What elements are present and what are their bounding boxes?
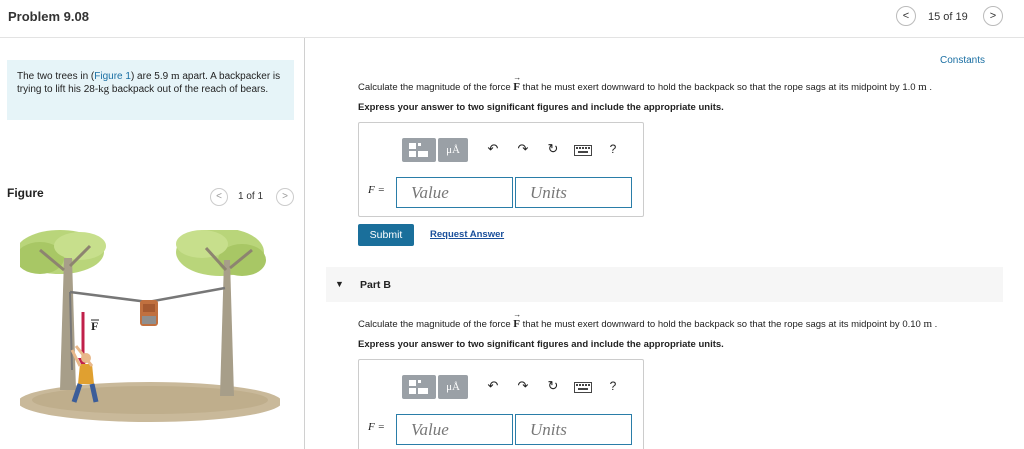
collapse-caret-icon[interactable]: ▼ xyxy=(335,279,344,289)
backpack-figure: F xyxy=(20,230,280,422)
part-a-value-input[interactable]: Value xyxy=(396,177,513,208)
part-a-question: Calculate the magnitude of the force F t… xyxy=(358,81,932,93)
f-equals-label: F = xyxy=(368,184,385,196)
figure-link[interactable]: Figure 1 xyxy=(94,71,131,82)
units-symbol-button[interactable]: μÅ xyxy=(438,138,468,162)
part-b-value-input[interactable]: Value xyxy=(396,414,513,445)
previous-problem-button[interactable]: < xyxy=(896,6,916,26)
part-a-instruction: Express your answer to two significant f… xyxy=(358,102,724,113)
redo-icon[interactable]: ↷ xyxy=(514,378,532,394)
templates-button[interactable] xyxy=(402,375,436,399)
problem-title: Problem 9.08 xyxy=(8,9,89,24)
keyboard-icon[interactable] xyxy=(574,382,592,393)
f-equals-label: F = xyxy=(368,421,385,433)
rope-line xyxy=(69,286,226,304)
submit-button[interactable]: Submit xyxy=(358,224,414,246)
help-icon[interactable]: ? xyxy=(604,379,622,393)
problem-counter: 15 of 19 xyxy=(928,11,968,23)
request-answer-link[interactable]: Request Answer xyxy=(430,229,504,240)
right-tree xyxy=(176,230,266,396)
part-b-instruction: Express your answer to two significant f… xyxy=(358,339,724,350)
left-tree xyxy=(20,230,106,390)
figure-prev-button[interactable]: < xyxy=(210,188,228,206)
part-b-question: Calculate the magnitude of the force F t… xyxy=(358,318,937,330)
distance-unit: m xyxy=(170,70,180,82)
undo-icon[interactable]: ↶ xyxy=(484,141,502,157)
help-icon[interactable]: ? xyxy=(604,142,622,156)
part-b-units-input[interactable]: Units xyxy=(515,414,632,445)
left-panel: The two trees in (Figure 1) are 5.9 m ap… xyxy=(0,38,304,449)
figure-counter: 1 of 1 xyxy=(238,191,264,202)
units-symbol-button[interactable]: μÅ xyxy=(438,375,468,399)
undo-icon[interactable]: ↶ xyxy=(484,378,502,394)
problem-intro: The two trees in (Figure 1) are 5.9 m ap… xyxy=(7,60,294,120)
force-vector-symbol: F xyxy=(513,81,520,93)
part-a-answer-box: μÅ ↶ ↷ ↻ ? F = Value Units xyxy=(358,122,644,217)
top-bar: Problem 9.08 < 15 of 19 > xyxy=(0,0,1024,38)
part-b-title: Part B xyxy=(360,279,391,291)
next-problem-button[interactable]: > xyxy=(983,6,1003,26)
constants-link[interactable]: Constants xyxy=(940,55,985,66)
part-b-header[interactable]: ▼ Part B xyxy=(326,267,1003,302)
keyboard-icon[interactable] xyxy=(574,145,592,156)
redo-icon[interactable]: ↷ xyxy=(514,141,532,157)
templates-icon xyxy=(409,143,428,157)
force-label: F xyxy=(91,319,98,333)
part-b-answer-box: μÅ ↶ ↷ ↻ ? F = Value Units xyxy=(358,359,644,449)
mass-unit: kg xyxy=(98,83,110,95)
figure-heading: Figure xyxy=(7,186,44,200)
figure-next-button[interactable]: > xyxy=(276,188,294,206)
force-vector-symbol: F xyxy=(513,318,520,330)
reset-icon[interactable]: ↻ xyxy=(544,378,562,394)
reset-icon[interactable]: ↻ xyxy=(544,141,562,157)
templates-button[interactable] xyxy=(402,138,436,162)
right-panel: Constants Calculate the magnitude of the… xyxy=(305,38,1024,449)
backpack-icon xyxy=(140,300,158,326)
templates-icon xyxy=(409,380,428,394)
part-a-units-input[interactable]: Units xyxy=(515,177,632,208)
